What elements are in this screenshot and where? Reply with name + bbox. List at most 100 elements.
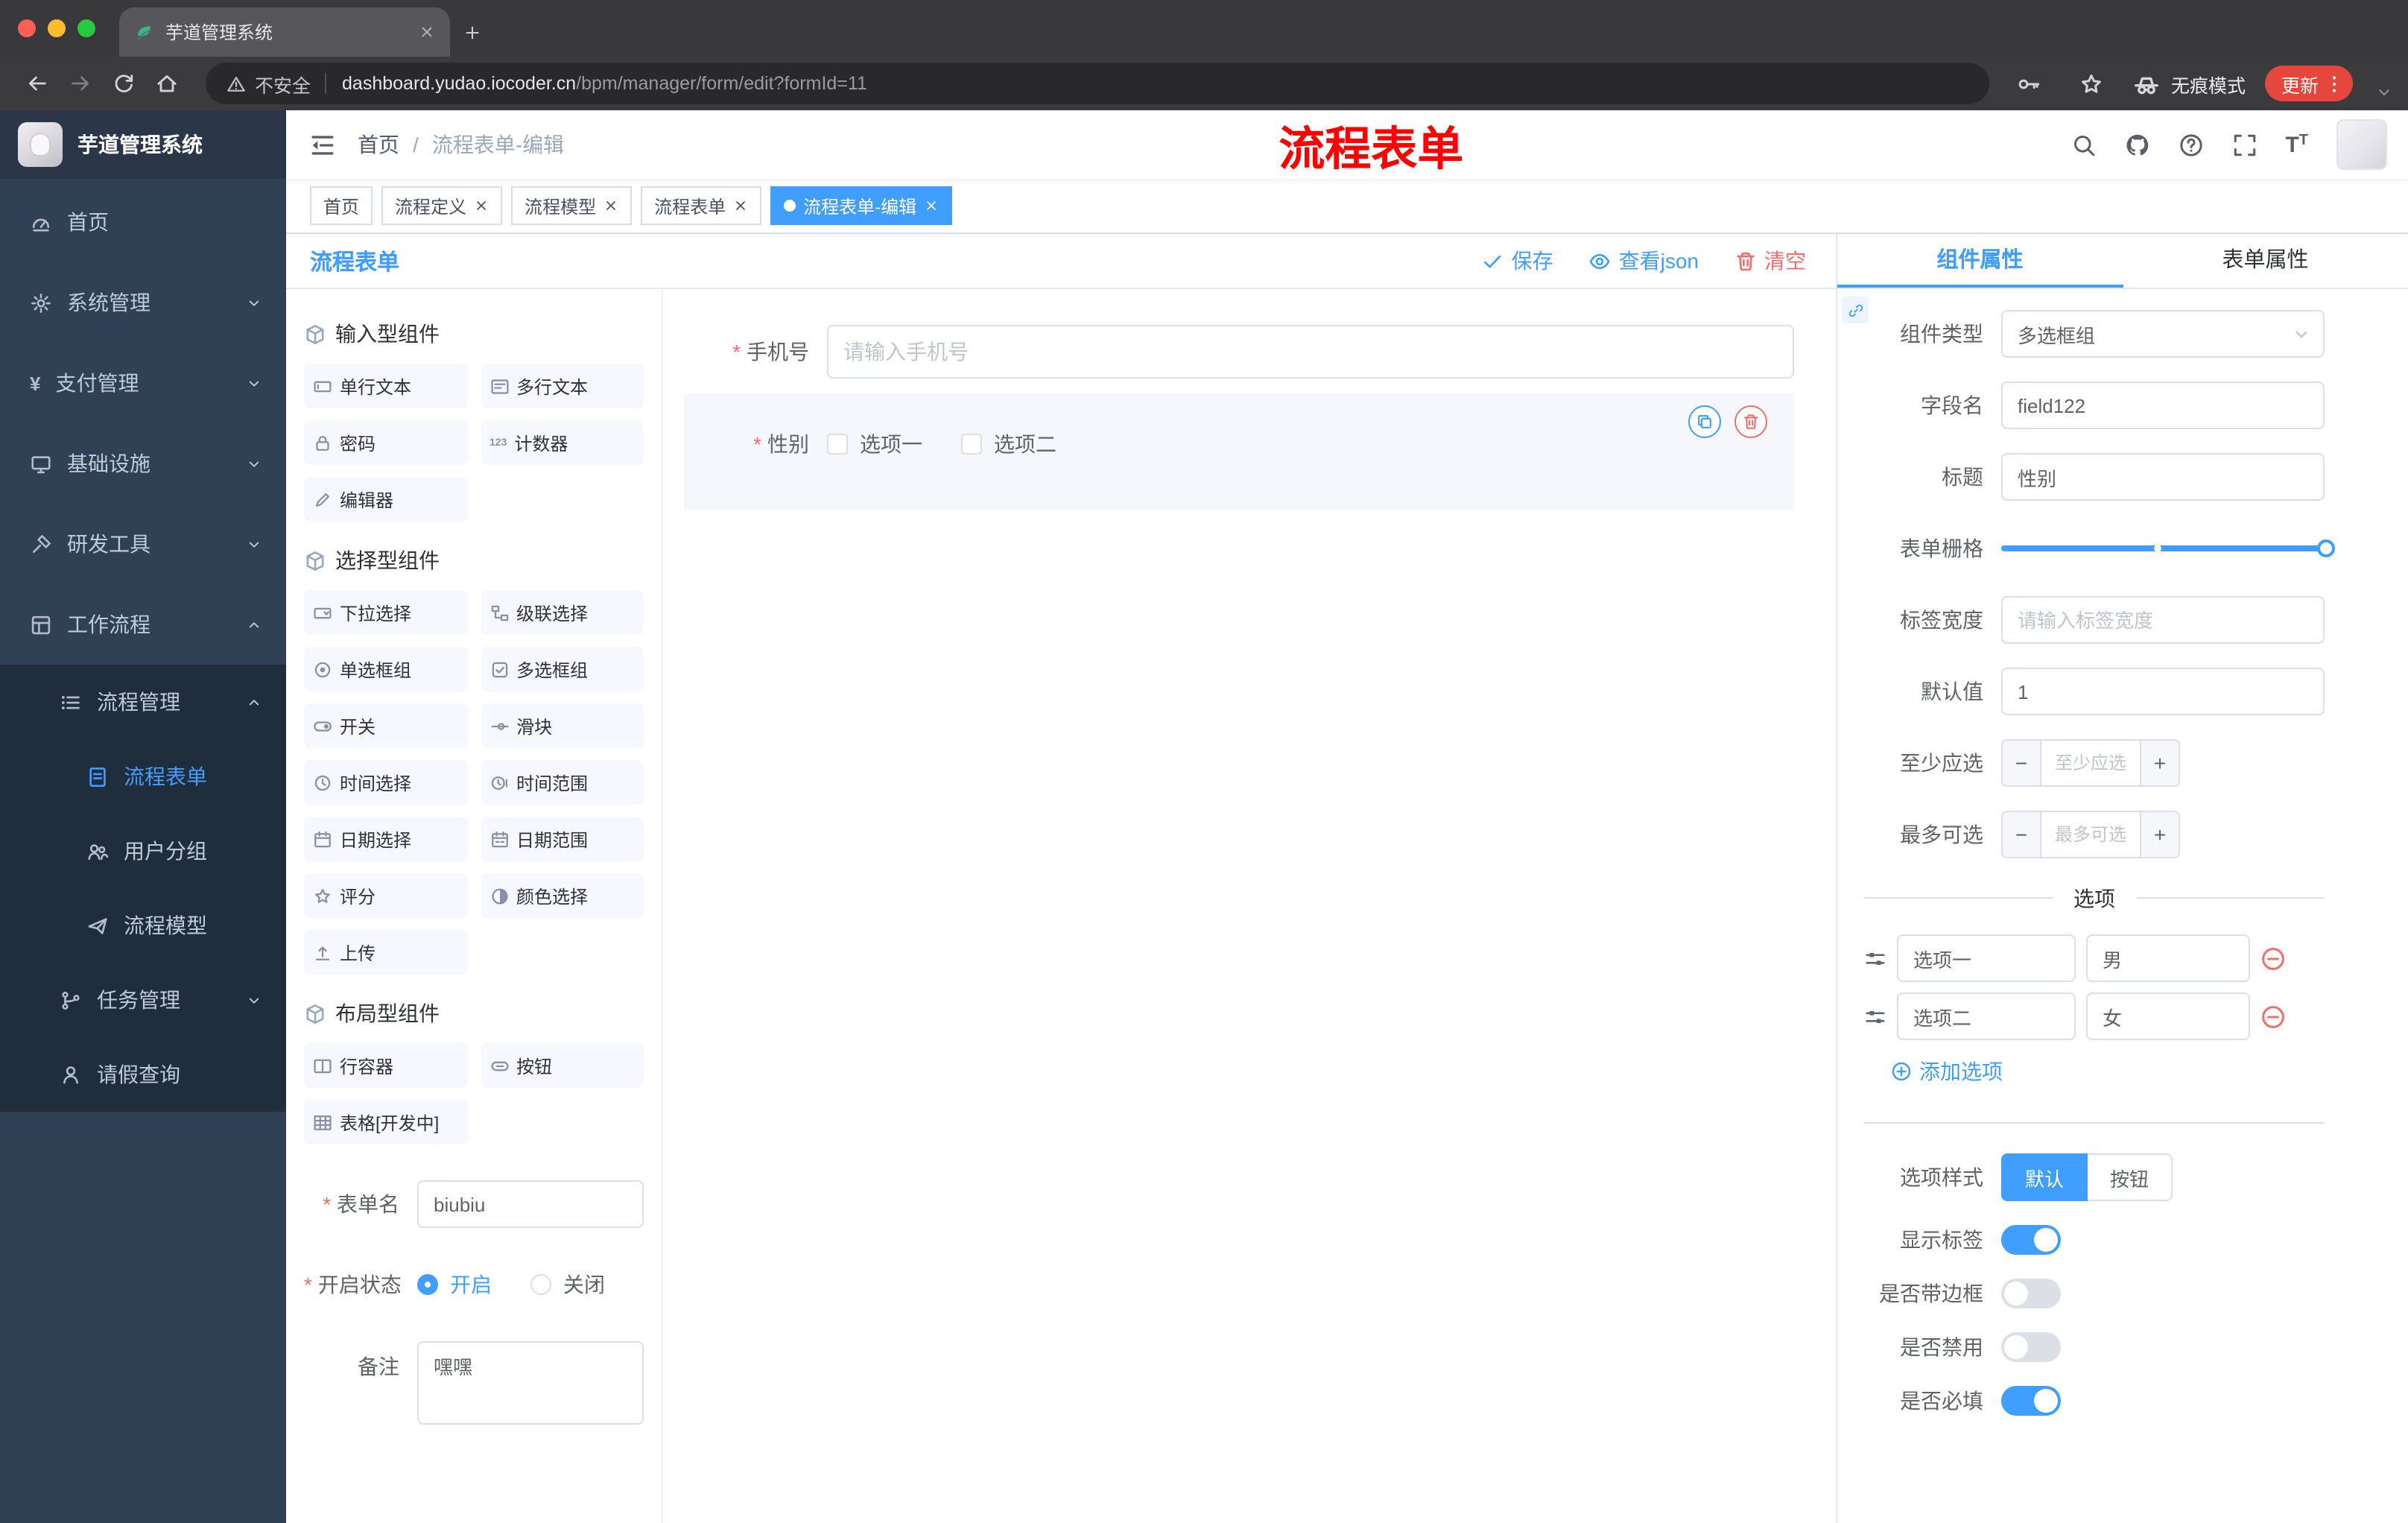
close-icon[interactable] <box>474 198 489 213</box>
increase-button[interactable]: + <box>2140 741 2179 785</box>
sidebar-item-workflow[interactable]: 工作流程 <box>0 584 286 665</box>
status-off-radio[interactable]: 关闭 <box>530 1270 605 1299</box>
tag-process-definition[interactable]: 流程定义 <box>381 186 503 225</box>
browser-tab[interactable]: 芋道管理系统 <box>119 7 450 57</box>
palette-chip[interactable]: 评分 <box>304 873 467 918</box>
form-canvas[interactable]: 手机号 性别 选项一 <box>663 289 1836 1523</box>
palette-chip[interactable]: 级联选择 <box>481 590 644 635</box>
palette-chip[interactable]: 日期选择 <box>304 817 467 861</box>
default-value-input[interactable] <box>2001 668 2325 715</box>
palette-chip[interactable]: 多选框组 <box>481 647 644 691</box>
decrease-button[interactable]: − <box>2003 812 2041 857</box>
show-label-switch[interactable] <box>2001 1225 2061 1255</box>
close-icon[interactable] <box>603 198 618 213</box>
palette-chip[interactable]: 上传 <box>304 930 467 975</box>
security-label[interactable]: 不安全 <box>255 69 311 98</box>
palette-chip[interactable]: 日期范围 <box>481 817 644 861</box>
minimize-window-button[interactable] <box>48 19 66 37</box>
with-border-switch[interactable] <box>2001 1279 2061 1308</box>
option-label-input[interactable] <box>1897 992 2076 1040</box>
status-on-radio[interactable]: 开启 <box>417 1270 492 1299</box>
sidebar-item-process-model[interactable]: 流程模型 <box>0 888 286 963</box>
tab-component-props[interactable]: 组件属性 <box>1837 234 2123 288</box>
component-type-select[interactable]: 多选框组 <box>2001 310 2325 358</box>
sidebar-collapse-button[interactable] <box>286 110 358 179</box>
palette-chip[interactable]: 单行文本 <box>304 364 467 408</box>
palette-chip[interactable]: 表格[开发中] <box>304 1100 467 1144</box>
back-button[interactable] <box>15 62 58 105</box>
sidebar-item-process-manage[interactable]: 流程管理 <box>0 665 286 739</box>
palette-chip[interactable]: 时间范围 <box>481 760 644 805</box>
remove-option-button[interactable] <box>2260 946 2286 971</box>
palette-chip[interactable]: 编辑器 <box>304 477 467 522</box>
address-bar[interactable]: 不安全 dashboard.yudao.iocoder.cn /bpm/mana… <box>206 63 1989 104</box>
font-size-icon[interactable]: TT <box>2285 132 2308 157</box>
close-window-button[interactable] <box>18 19 36 37</box>
link-icon-button[interactable] <box>1842 297 1869 323</box>
gender-field-item-selected[interactable]: 性别 选项一 选项二 <box>684 393 1794 510</box>
clear-button[interactable]: 清空 <box>1734 246 1806 276</box>
breadcrumb-home[interactable]: 首页 <box>358 130 399 159</box>
palette-chip[interactable]: 123 计数器 <box>481 420 644 465</box>
slider-handle[interactable] <box>2317 539 2335 557</box>
option-style-button-button[interactable]: 按钮 <box>2088 1153 2173 1201</box>
browser-update-button[interactable]: 更新 <box>2264 66 2353 101</box>
tag-process-form-edit[interactable]: 流程表单-编辑 <box>770 186 953 225</box>
max-select-input[interactable] <box>2041 812 2140 857</box>
form-name-input[interactable] <box>417 1180 644 1228</box>
palette-chip[interactable]: 按钮 <box>481 1043 644 1088</box>
sidebar-item-infrastructure[interactable]: 基础设施 <box>0 423 286 504</box>
option-style-default-button[interactable]: 默认 <box>2001 1153 2088 1201</box>
palette-chip[interactable]: 颜色选择 <box>481 873 644 918</box>
sidebar-logo[interactable]: 芋道管理系统 <box>0 110 286 179</box>
chevron-down-icon[interactable] <box>2375 83 2393 101</box>
gender-option-2-checkbox[interactable]: 选项二 <box>961 429 1056 459</box>
tag-home[interactable]: 首页 <box>310 186 373 225</box>
form-remark-textarea[interactable]: 嘿嘿 <box>417 1341 644 1425</box>
remove-option-button[interactable] <box>2260 1004 2286 1029</box>
view-json-button[interactable]: 查看json <box>1589 246 1699 276</box>
reload-button[interactable] <box>101 62 145 105</box>
sidebar-item-leave-query[interactable]: 请假查询 <box>0 1037 286 1112</box>
tag-process-model[interactable]: 流程模型 <box>511 186 633 225</box>
add-option-button[interactable]: 添加选项 <box>1891 1057 2003 1086</box>
palette-chip[interactable]: 滑块 <box>481 703 644 748</box>
user-avatar[interactable] <box>2336 119 2387 170</box>
close-icon[interactable] <box>733 198 748 213</box>
sidebar-item-process-form[interactable]: 流程表单 <box>0 739 286 814</box>
palette-chip[interactable]: 下拉选择 <box>304 590 467 635</box>
disabled-switch[interactable] <box>2001 1332 2061 1362</box>
increase-button[interactable]: + <box>2140 812 2179 857</box>
drag-handle-icon[interactable] <box>1864 947 1886 969</box>
palette-chip[interactable]: 多行文本 <box>481 364 644 408</box>
field-name-input[interactable] <box>2001 381 2325 429</box>
sidebar-item-dev-tools[interactable]: 研发工具 <box>0 504 286 584</box>
label-width-input[interactable] <box>2001 596 2325 644</box>
option-value-input[interactable] <box>2086 934 2250 982</box>
sidebar-item-home[interactable]: 首页 <box>0 182 286 262</box>
palette-chip[interactable]: 开关 <box>304 703 467 748</box>
forward-button[interactable] <box>58 62 101 105</box>
save-button[interactable]: 保存 <box>1482 246 1553 276</box>
decrease-button[interactable]: − <box>2003 741 2041 785</box>
palette-chip[interactable]: 行容器 <box>304 1043 467 1088</box>
required-switch[interactable] <box>2001 1386 2061 1416</box>
palette-chip[interactable]: 时间选择 <box>304 760 467 805</box>
drag-handle-icon[interactable] <box>1864 1005 1886 1028</box>
sidebar-item-system[interactable]: 系统管理 <box>0 262 286 343</box>
password-key-icon[interactable] <box>2007 62 2050 105</box>
new-tab-button[interactable] <box>450 7 495 57</box>
copy-item-button[interactable] <box>1688 405 1721 438</box>
option-label-input[interactable] <box>1897 934 2076 982</box>
close-icon[interactable] <box>924 198 939 213</box>
fullscreen-icon[interactable] <box>2231 132 2257 157</box>
delete-item-button[interactable] <box>1734 405 1767 438</box>
browser-home-button[interactable] <box>145 62 188 105</box>
tab-form-props[interactable]: 表单属性 <box>2123 234 2408 288</box>
palette-chip[interactable]: 密码 <box>304 420 467 465</box>
sidebar-item-task-manage[interactable]: 任务管理 <box>0 963 286 1037</box>
sidebar-item-payment[interactable]: ¥ 支付管理 <box>0 343 286 423</box>
close-tab-icon[interactable] <box>414 20 438 44</box>
search-icon[interactable] <box>2070 132 2096 157</box>
maximize-window-button[interactable] <box>77 19 95 37</box>
